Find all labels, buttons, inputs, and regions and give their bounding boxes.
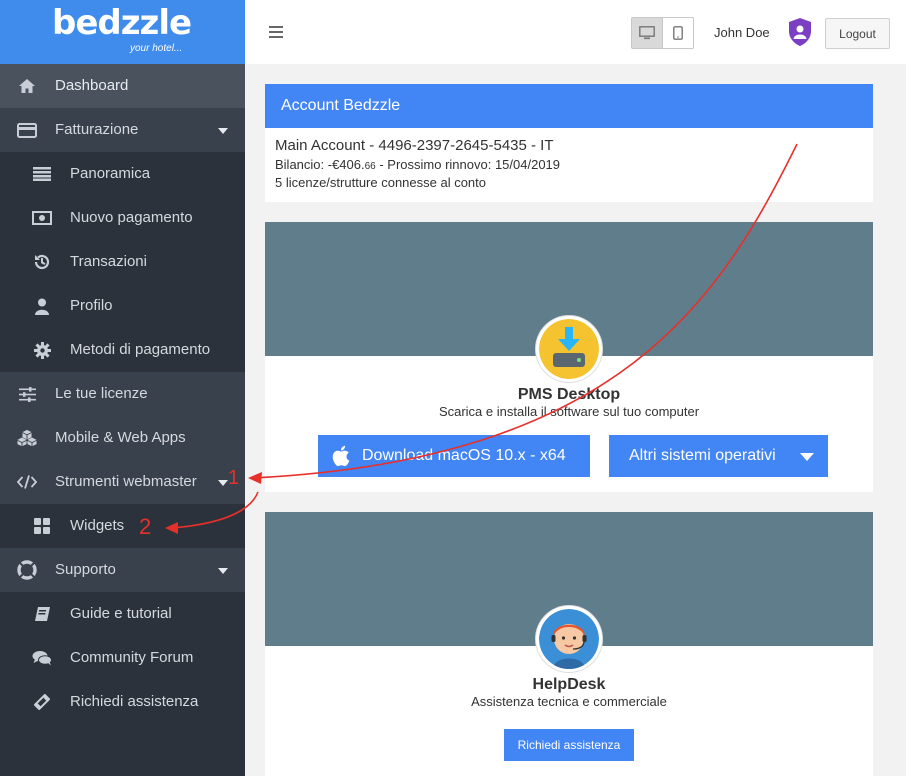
widgets-icon bbox=[32, 516, 52, 536]
tablet-view-button[interactable] bbox=[663, 18, 693, 48]
sidebar-item-label: Guide e tutorial bbox=[70, 605, 172, 622]
user-name[interactable]: John Doe bbox=[714, 25, 770, 40]
sidebar-item-guide-tutorial[interactable]: Guide e tutorial bbox=[0, 592, 245, 636]
list-icon bbox=[32, 164, 52, 184]
lifebuoy-icon bbox=[17, 560, 37, 580]
sidebar-item-label: Metodi di pagamento bbox=[70, 341, 211, 358]
sidebar-item-label: Strumenti webmaster bbox=[55, 473, 197, 490]
sidebar-item-label: Le tue licenze bbox=[55, 385, 148, 402]
comments-icon bbox=[32, 648, 52, 668]
brand-logo[interactable]: bedzzle your hotel... bbox=[0, 0, 245, 64]
gear-icon bbox=[32, 340, 52, 360]
sliders-icon bbox=[17, 384, 37, 404]
chevron-down-icon bbox=[218, 480, 228, 486]
sidebar-item-widgets[interactable]: Widgets bbox=[0, 504, 245, 548]
sidebar-item-label: Nuovo pagamento bbox=[70, 209, 193, 226]
sidebar-item-label: Widgets bbox=[70, 517, 125, 534]
other-os-dropdown[interactable]: Altri sistemi operativi bbox=[609, 435, 828, 477]
sidebar-item-label: Supporto bbox=[55, 561, 116, 578]
sidebar-item-community-forum[interactable]: Community Forum bbox=[0, 636, 245, 680]
account-balance: Bilancio: -€406.66 - Prossimo rinnovo: 1… bbox=[275, 157, 863, 172]
sidebar-item-mobile-web-apps[interactable]: Mobile & Web Apps bbox=[0, 416, 245, 460]
sidebar-item-label: Panoramica bbox=[70, 165, 151, 182]
account-panel: Main Account - 4496-2397-2645-5435 - IT … bbox=[265, 128, 873, 202]
sidebar-item-transazioni[interactable]: Transazioni bbox=[0, 240, 245, 284]
book-icon bbox=[32, 604, 52, 624]
user-shield-icon bbox=[789, 18, 811, 46]
sidebar-item-metodi-pagamento[interactable]: Metodi di pagamento bbox=[0, 328, 245, 372]
logout-button[interactable]: Logout bbox=[825, 18, 890, 49]
code-icon bbox=[17, 472, 37, 492]
top-bar: John Doe Logout bbox=[245, 0, 906, 64]
sidebar-item-licenze[interactable]: Le tue licenze bbox=[0, 372, 245, 416]
sidebar-item-fatturazione[interactable]: Fatturazione bbox=[0, 108, 245, 152]
sidebar-item-label: Richiedi assistenza bbox=[70, 693, 199, 710]
home-icon bbox=[17, 76, 37, 96]
history-icon bbox=[32, 252, 52, 272]
sidebar-item-richiedi-assistenza[interactable]: Richiedi assistenza bbox=[0, 680, 245, 724]
credit-card-icon bbox=[17, 120, 37, 140]
sidebar-item-dashboard[interactable]: Dashboard bbox=[0, 64, 245, 108]
sidebar-item-nuovo-pagamento[interactable]: Nuovo pagamento bbox=[0, 196, 245, 240]
arrowhead-1 bbox=[248, 472, 262, 484]
ticket-icon bbox=[32, 692, 52, 712]
sidebar-item-label: Community Forum bbox=[70, 649, 194, 666]
balance-prefix: Bilancio: -€406. bbox=[275, 157, 365, 172]
account-number: Main Account - 4496-2397-2645-5435 - IT bbox=[275, 137, 554, 154]
sidebar-item-profilo[interactable]: Profilo bbox=[0, 284, 245, 328]
download-drive-icon bbox=[536, 316, 602, 382]
download-button-label: Download macOS 10.x - x64 bbox=[362, 447, 566, 464]
sidebar-item-label: Dashboard bbox=[55, 77, 129, 94]
desktop-icon bbox=[638, 26, 655, 40]
chevron-down-icon bbox=[218, 568, 228, 574]
card-subtitle: Assistenza tecnica e commerciale bbox=[471, 694, 667, 709]
desktop-view-button[interactable] bbox=[632, 18, 663, 48]
card-title: PMS Desktop bbox=[517, 386, 621, 403]
chevron-down-icon bbox=[800, 453, 814, 461]
view-toggle bbox=[631, 17, 694, 49]
sidebar-item-label: Transazioni bbox=[70, 253, 147, 270]
apple-icon bbox=[332, 445, 350, 467]
logo-tagline: your hotel... bbox=[130, 43, 183, 54]
card-title: HelpDesk bbox=[532, 676, 606, 693]
sidebar-item-label: Profilo bbox=[70, 297, 113, 314]
sidebar-item-label: Fatturazione bbox=[55, 121, 139, 138]
account-panel-title: Account Bedzzle bbox=[265, 84, 873, 128]
helpdesk-card: HelpDesk Assistenza tecnica e commercial… bbox=[265, 512, 873, 776]
menu-toggle-icon[interactable] bbox=[269, 26, 283, 38]
tablet-icon bbox=[672, 26, 683, 40]
balance-cents: 66 bbox=[364, 161, 376, 172]
pms-desktop-card: PMS Desktop Scarica e installa il softwa… bbox=[265, 222, 873, 492]
support-agent-icon bbox=[536, 606, 602, 672]
sidebar-item-supporto[interactable]: Supporto bbox=[0, 548, 245, 592]
account-licenses: 5 licenze/strutture connesse al conto bbox=[275, 175, 487, 190]
money-icon bbox=[32, 208, 52, 228]
sidebar-item-panoramica[interactable]: Panoramica bbox=[0, 152, 245, 196]
logo-text: bedzzle bbox=[52, 3, 192, 43]
request-assistance-button[interactable]: Richiedi assistenza bbox=[504, 729, 634, 761]
renewal-date: - Prossimo rinnovo: 15/04/2019 bbox=[375, 157, 561, 172]
sidebar-item-label: Mobile & Web Apps bbox=[55, 429, 186, 446]
sidebar-item-strumenti-webmaster[interactable]: Strumenti webmaster bbox=[0, 460, 245, 504]
download-macos-button[interactable]: Download macOS 10.x - x64 bbox=[318, 435, 590, 477]
cubes-icon bbox=[17, 428, 37, 448]
other-os-label: Altri sistemi operativi bbox=[629, 447, 776, 464]
chevron-down-icon bbox=[218, 128, 228, 134]
user-icon bbox=[32, 296, 52, 316]
card-subtitle: Scarica e installa il software sul tuo c… bbox=[438, 404, 700, 419]
